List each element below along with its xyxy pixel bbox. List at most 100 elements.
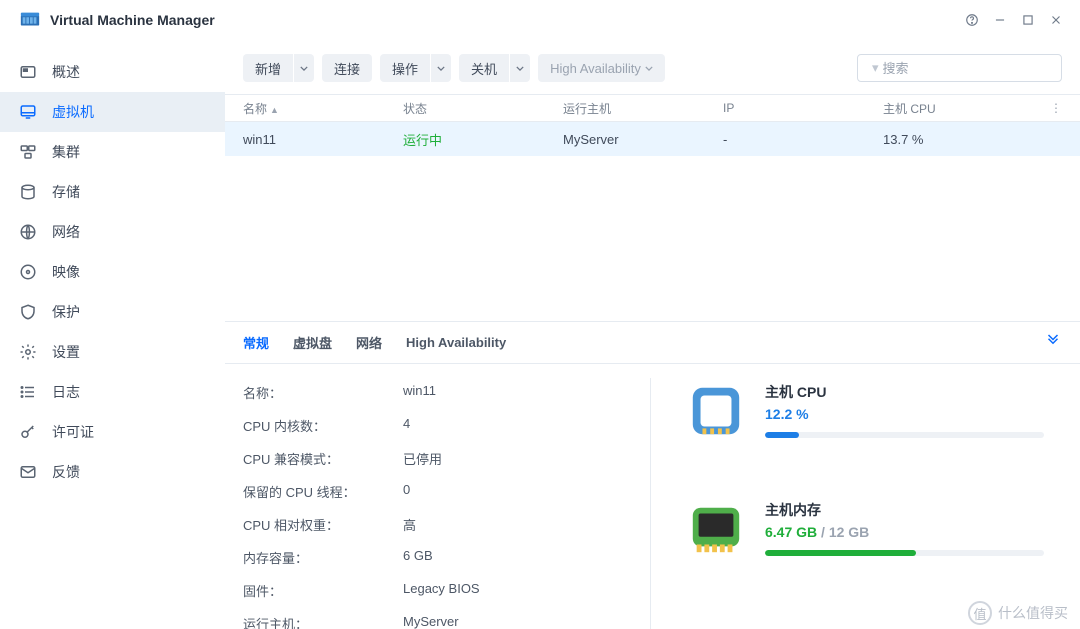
ha-button[interactable]: High Availability: [538, 54, 664, 82]
vm-icon: [18, 102, 38, 122]
table-row[interactable]: win11 运行中 MyServer - 13.7 %: [225, 122, 1080, 156]
kv-key: CPU 兼容模式：: [243, 449, 403, 468]
metric-cpu: 主机 CPU 12.2 %: [687, 382, 1044, 440]
kv-val: 已停用: [403, 449, 442, 468]
watermark-icon: 值: [968, 601, 992, 625]
sidebar-item-label: 保护: [52, 302, 80, 322]
sidebar-item-image[interactable]: 映像: [0, 252, 225, 292]
sidebar-item-overview[interactable]: 概述: [0, 52, 225, 92]
shield-icon: [18, 302, 38, 322]
progress-bar: [765, 550, 1044, 556]
column-ip[interactable]: IP: [723, 101, 883, 115]
sidebar-item-label: 设置: [52, 342, 80, 362]
sidebar-item-network[interactable]: 网络: [0, 212, 225, 252]
action-button-group: 操作: [380, 54, 451, 82]
memory-chip-icon: [687, 500, 745, 558]
cell-cpu: 13.7 %: [883, 132, 1044, 147]
power-button-group: 关机: [459, 54, 530, 82]
kv-key: 名称：: [243, 383, 403, 402]
progress-fill: [765, 432, 799, 438]
collapse-icon[interactable]: [1044, 332, 1062, 353]
sort-indicator-icon: ▲: [270, 105, 279, 115]
property-list: 名称：win11 CPU 内核数：4 CPU 兼容模式：已停用 保留的 CPU …: [225, 364, 650, 629]
sidebar-item-cluster[interactable]: 集群: [0, 132, 225, 172]
dashboard-icon: [18, 62, 38, 82]
sidebar-item-label: 网络: [52, 222, 80, 242]
toolbar: 新增 连接 操作 关机 High Availability ▾: [225, 40, 1080, 94]
column-name[interactable]: 名称▲: [243, 100, 403, 117]
sidebar-item-label: 日志: [52, 382, 80, 402]
new-dropdown[interactable]: [294, 54, 314, 82]
cell-ip: -: [723, 132, 883, 147]
power-dropdown[interactable]: [510, 54, 530, 82]
sidebar-item-label: 映像: [52, 262, 80, 282]
column-cpu[interactable]: 主机 CPU: [883, 100, 1044, 117]
tab-vdisk[interactable]: 虚拟盘: [293, 333, 332, 352]
cell-host: MyServer: [563, 132, 723, 147]
sidebar-item-label: 许可证: [52, 422, 94, 442]
network-icon: [18, 222, 38, 242]
sidebar-item-label: 虚拟机: [52, 102, 94, 122]
kv-val: 高: [403, 515, 416, 534]
new-button[interactable]: 新增: [243, 54, 293, 82]
help-button[interactable]: [958, 6, 986, 34]
new-button-group: 新增: [243, 54, 314, 82]
list-icon: [18, 382, 38, 402]
power-button[interactable]: 关机: [459, 54, 509, 82]
column-status[interactable]: 状态: [403, 100, 563, 117]
action-dropdown[interactable]: [431, 54, 451, 82]
gear-icon: [18, 342, 38, 362]
metric-title: 主机 CPU: [765, 382, 1044, 402]
sidebar-item-label: 集群: [52, 142, 80, 162]
minimize-button[interactable]: [986, 6, 1014, 34]
search-box[interactable]: ▾: [857, 54, 1062, 82]
sidebar-item-label: 概述: [52, 62, 80, 82]
detail-panel: 常规 虚拟盘 网络 High Availability 名称：win11 CPU…: [225, 321, 1080, 629]
disc-icon: [18, 262, 38, 282]
kv-key: 固件：: [243, 581, 403, 600]
cluster-icon: [18, 142, 38, 162]
kv-val: MyServer: [403, 614, 459, 629]
column-options[interactable]: ⋮: [1044, 101, 1062, 115]
action-button[interactable]: 操作: [380, 54, 430, 82]
column-host[interactable]: 运行主机: [563, 100, 723, 117]
close-button[interactable]: [1042, 6, 1070, 34]
sidebar-item-license[interactable]: 许可证: [0, 412, 225, 452]
sidebar-item-protection[interactable]: 保护: [0, 292, 225, 332]
titlebar: Virtual Machine Manager: [0, 0, 1080, 40]
progress-fill: [765, 550, 916, 556]
kv-key: CPU 相对权重：: [243, 515, 403, 534]
sidebar-item-log[interactable]: 日志: [0, 372, 225, 412]
cell-status: 运行中: [403, 130, 563, 149]
window-title: Virtual Machine Manager: [50, 12, 215, 28]
kv-val: 4: [403, 416, 410, 435]
tab-network[interactable]: 网络: [356, 333, 382, 352]
kv-val: win11: [403, 383, 436, 402]
detail-tabs: 常规 虚拟盘 网络 High Availability: [225, 322, 1080, 364]
connect-button[interactable]: 连接: [322, 54, 372, 82]
sidebar-item-feedback[interactable]: 反馈: [0, 452, 225, 492]
kv-key: 保留的 CPU 线程：: [243, 482, 403, 501]
metric-mem: 主机内存 6.47 GB / 12 GB: [687, 500, 1044, 558]
sidebar-item-label: 反馈: [52, 462, 80, 482]
storage-icon: [18, 182, 38, 202]
metric-title: 主机内存: [765, 500, 1044, 520]
sidebar-item-vm[interactable]: 虚拟机: [0, 92, 225, 132]
kv-val: Legacy BIOS: [403, 581, 480, 600]
main-panel: 新增 连接 操作 关机 High Availability ▾: [225, 40, 1080, 629]
search-input[interactable]: [883, 61, 1059, 76]
tab-ha[interactable]: High Availability: [406, 335, 506, 350]
maximize-button[interactable]: [1014, 6, 1042, 34]
mail-icon: [18, 462, 38, 482]
watermark: 值 什么值得买: [968, 601, 1068, 625]
chevron-down-icon[interactable]: ▾: [872, 60, 879, 76]
kv-val: 0: [403, 482, 410, 501]
tab-general[interactable]: 常规: [243, 333, 269, 352]
sidebar-item-storage[interactable]: 存储: [0, 172, 225, 212]
cell-name: win11: [243, 132, 403, 147]
sidebar-item-settings[interactable]: 设置: [0, 332, 225, 372]
key-icon: [18, 422, 38, 442]
table-header: 名称▲ 状态 运行主机 IP 主机 CPU ⋮: [225, 94, 1080, 122]
progress-bar: [765, 432, 1044, 438]
sidebar: 概述 虚拟机 集群 存储 网络 映像: [0, 40, 225, 629]
